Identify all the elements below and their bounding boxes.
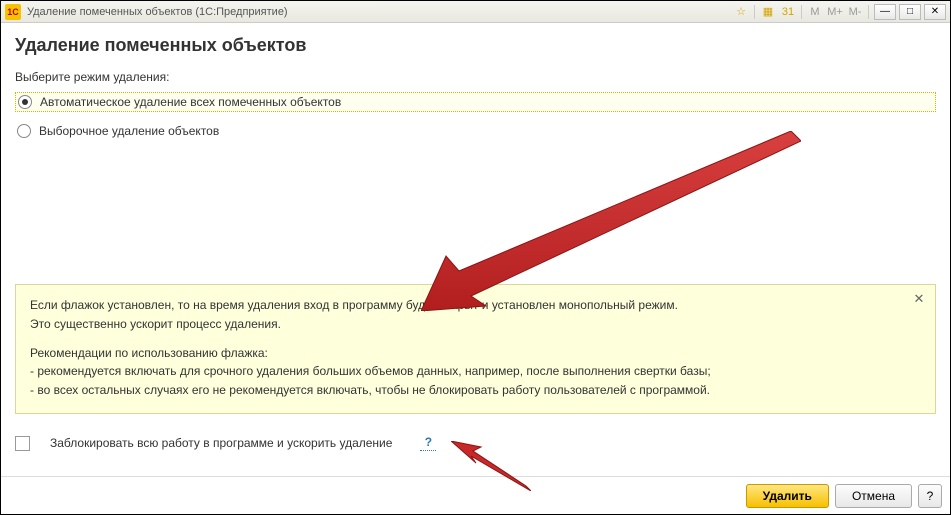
block-work-label: Заблокировать всю работу в программе и у… bbox=[50, 436, 392, 450]
grid-icon[interactable]: ▦ bbox=[759, 4, 777, 20]
hint-rec-item: - рекомендуется включать для срочного уд… bbox=[30, 363, 921, 380]
hint-text: Это существенно ускорит процесс удаления… bbox=[30, 316, 921, 333]
page-title: Удаление помеченных объектов bbox=[15, 35, 936, 56]
help-button[interactable]: ? bbox=[918, 484, 942, 508]
memory-mminus-icon[interactable]: M- bbox=[846, 4, 864, 20]
radio-icon bbox=[17, 124, 31, 138]
radio-icon bbox=[18, 95, 32, 109]
close-button[interactable]: ✕ bbox=[924, 4, 946, 20]
favorite-icon[interactable]: ☆ bbox=[732, 4, 750, 20]
content-area: Удаление помеченных объектов Выберите ре… bbox=[1, 23, 950, 162]
window-titlebar: 1C Удаление помеченных объектов (1С:Пред… bbox=[1, 1, 950, 23]
inline-help-icon[interactable]: ? bbox=[420, 435, 436, 451]
separator bbox=[754, 5, 755, 19]
radio-label: Выборочное удаление объектов bbox=[39, 124, 219, 138]
block-work-row: Заблокировать всю работу в программе и у… bbox=[15, 435, 436, 451]
delete-button[interactable]: Удалить bbox=[746, 484, 829, 508]
app-icon: 1C bbox=[5, 4, 21, 20]
separator bbox=[801, 5, 802, 19]
memory-mplus-icon[interactable]: M+ bbox=[826, 4, 844, 20]
window-title: Удаление помеченных объектов (1С:Предпри… bbox=[27, 6, 288, 18]
minimize-button[interactable]: — bbox=[874, 4, 896, 20]
mode-label: Выберите режим удаления: bbox=[15, 70, 936, 84]
radio-option-auto[interactable]: Автоматическое удаление всех помеченных … bbox=[15, 92, 936, 112]
hint-rec-title: Рекомендации по использованию флажка: bbox=[30, 345, 921, 362]
block-work-checkbox[interactable] bbox=[15, 436, 30, 451]
memory-m-icon[interactable]: M bbox=[806, 4, 824, 20]
radio-label: Автоматическое удаление всех помеченных … bbox=[40, 95, 341, 109]
radio-option-selective[interactable]: Выборочное удаление объектов bbox=[15, 122, 936, 140]
calendar-icon[interactable]: 31 bbox=[779, 4, 797, 20]
separator bbox=[868, 5, 869, 19]
hint-text: Если флажок установлен, то на время удал… bbox=[30, 297, 921, 314]
hint-panel: ✕ Если флажок установлен, то на время уд… bbox=[15, 284, 936, 414]
hint-rec-item: - во всех остальных случаях его не реком… bbox=[30, 382, 921, 399]
bottom-button-bar: Удалить Отмена ? bbox=[1, 476, 950, 514]
titlebar-toolbar: ☆ ▦ 31 M M+ M- — □ ✕ bbox=[732, 4, 946, 20]
cancel-button[interactable]: Отмена bbox=[835, 484, 912, 508]
maximize-button[interactable]: □ bbox=[899, 4, 921, 20]
hint-close-button[interactable]: ✕ bbox=[911, 291, 927, 307]
